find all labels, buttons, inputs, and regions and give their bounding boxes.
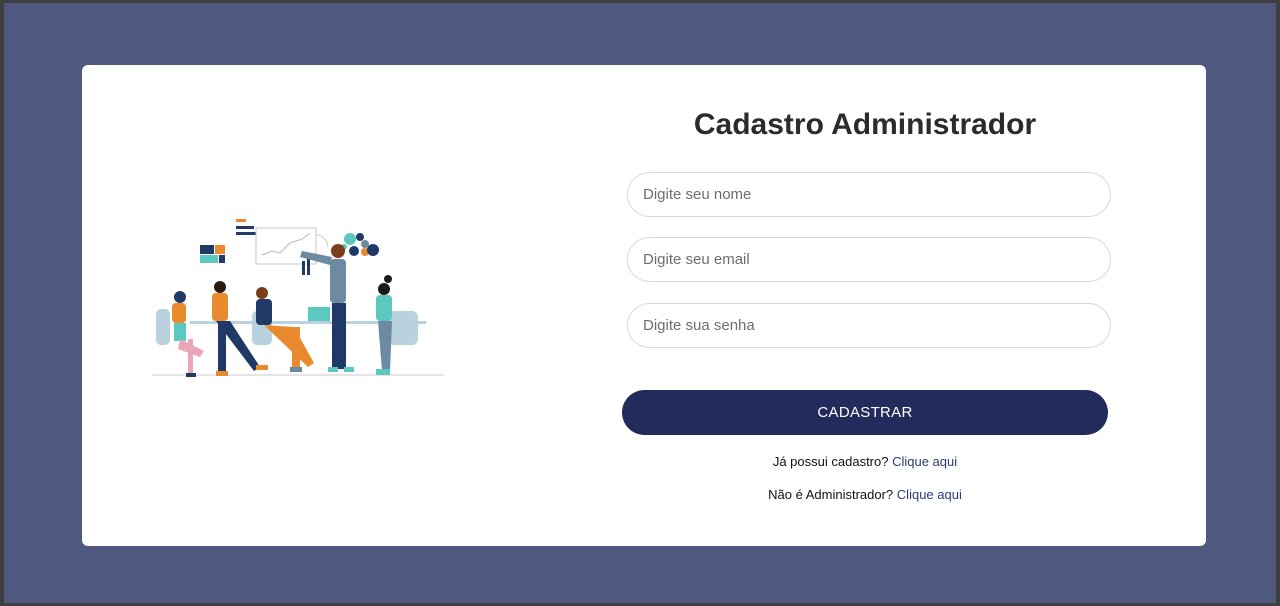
- page-background: Cadastro Administrador CADASTRAR Já poss…: [4, 3, 1276, 603]
- name-input[interactable]: [627, 172, 1111, 217]
- form-title: Cadastro Administrador: [693, 108, 1037, 141]
- register-button[interactable]: CADASTRAR: [622, 390, 1108, 435]
- not-admin-hint: Não é Administrador? Clique aqui: [622, 487, 1108, 502]
- signup-card: Cadastro Administrador CADASTRAR Já poss…: [82, 65, 1206, 546]
- login-hint-text: Já possui cadastro?: [772, 454, 889, 469]
- not-admin-link[interactable]: Clique aqui: [897, 487, 962, 502]
- email-input[interactable]: [627, 237, 1111, 282]
- team-meeting-illustration: [152, 219, 444, 377]
- password-input[interactable]: [627, 303, 1111, 348]
- login-hint: Já possui cadastro? Clique aqui: [622, 454, 1108, 469]
- signup-form: Cadastro Administrador CADASTRAR Já poss…: [622, 65, 1116, 546]
- not-admin-hint-text: Não é Administrador?: [768, 487, 894, 502]
- login-link[interactable]: Clique aqui: [892, 454, 957, 469]
